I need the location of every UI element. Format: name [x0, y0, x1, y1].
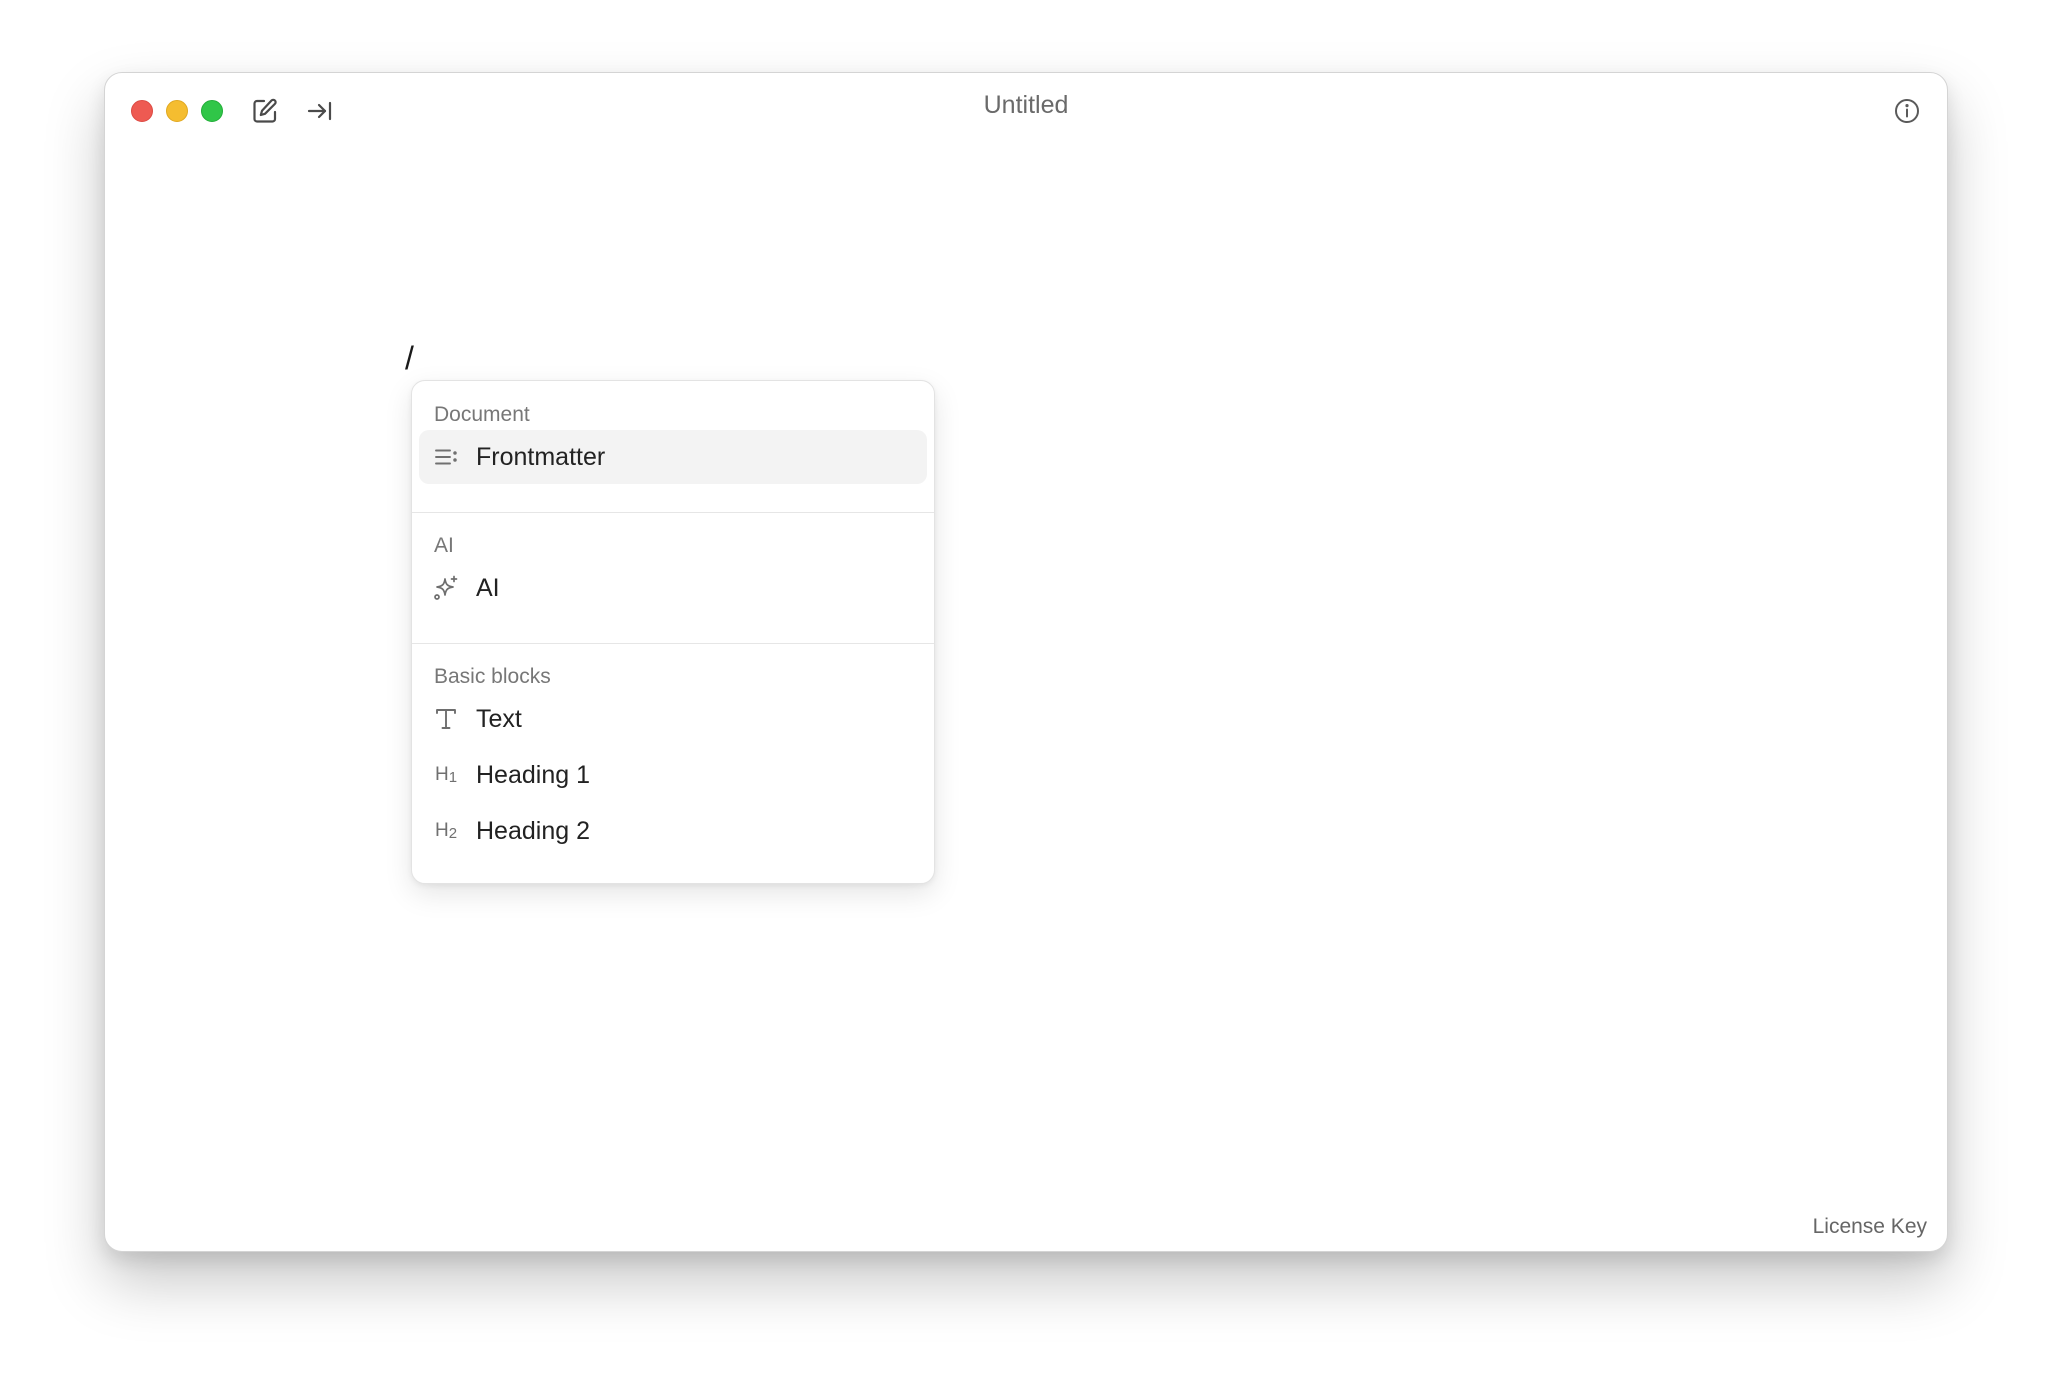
section-label-basic-blocks: Basic blocks — [434, 665, 551, 688]
section-label-document: Document — [434, 403, 530, 426]
menu-item-heading-1[interactable]: H1 Heading 1 — [419, 748, 927, 802]
list-lines-icon — [432, 443, 460, 471]
titlebar: Untitled — [105, 73, 1947, 147]
menu-item-label: Text — [476, 705, 522, 733]
editor-text[interactable]: / — [405, 340, 414, 377]
section-label-ai: AI — [434, 534, 454, 557]
menu-item-ai[interactable]: AI — [419, 561, 927, 615]
heading-icon-letter: H — [434, 764, 449, 785]
menu-item-label: Heading 2 — [476, 817, 590, 845]
info-icon[interactable] — [1891, 95, 1923, 127]
heading-2-icon: H2 — [432, 817, 460, 845]
window-title: Untitled — [983, 91, 1069, 119]
menu-item-label: Heading 1 — [476, 761, 590, 789]
menu-item-label: Frontmatter — [476, 443, 606, 471]
heading-icon-letter: H — [434, 820, 449, 841]
section-divider — [412, 512, 934, 513]
heading-icon-number: 1 — [448, 769, 458, 786]
menu-item-text[interactable]: Text — [419, 692, 927, 746]
menu-item-label: AI — [476, 574, 500, 602]
app-window: Untitled / Document Frontmatter AI AI Ba… — [104, 72, 1948, 1252]
slash-command-menu: Document Frontmatter AI AI Basic blocks … — [411, 380, 935, 884]
sparkles-icon — [432, 574, 460, 602]
heading-icon-number: 2 — [448, 825, 458, 842]
menu-item-frontmatter[interactable]: Frontmatter — [419, 430, 927, 484]
menu-item-heading-2[interactable]: H2 Heading 2 — [419, 804, 927, 858]
text-t-icon — [432, 705, 460, 733]
license-key-link[interactable]: License Key — [1813, 1215, 1927, 1239]
heading-1-icon: H1 — [432, 761, 460, 789]
editor-area[interactable]: / Document Frontmatter AI AI Basic block… — [105, 147, 1947, 1251]
section-divider — [412, 643, 934, 644]
